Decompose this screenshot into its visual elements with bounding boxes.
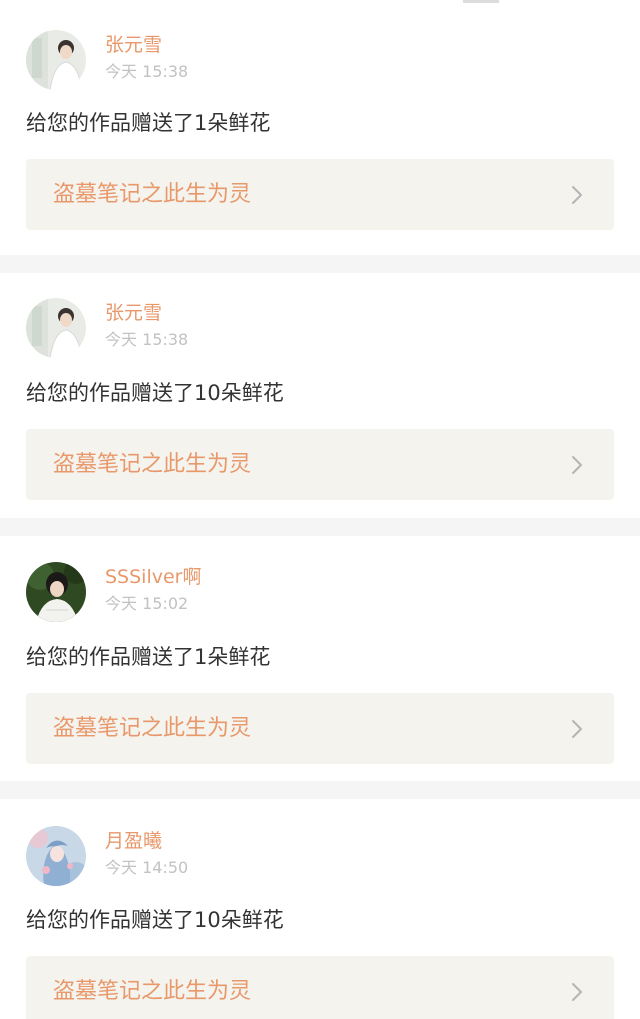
avatar[interactable]: [26, 298, 86, 358]
card-header: SSSilver啊 今天 15:02: [26, 562, 202, 622]
avatar-boy-white-shirt-image: [26, 30, 86, 90]
work-title: 盗墓笔记之此生为灵: [53, 716, 252, 741]
avatar[interactable]: [26, 826, 86, 886]
card-header: 月盈曦 今天 14:50: [26, 826, 188, 886]
chevron-right-icon: [572, 456, 582, 474]
timestamp: 今天 14:50: [105, 857, 189, 877]
timestamp: 今天 15:38: [105, 61, 189, 81]
notification-card: 张元雪 今天 15:38 给您的作品赠送了10朵鲜花 盗墓笔记之此生为灵: [0, 273, 640, 518]
work-title: 盗墓笔记之此生为灵: [53, 182, 252, 207]
notification-message: 给您的作品赠送了10朵鲜花: [26, 908, 284, 932]
username-link[interactable]: 张元雪: [105, 33, 188, 57]
avatar-boy-white-shirt-image: [26, 298, 86, 358]
avatar[interactable]: [26, 562, 86, 622]
notification-card: SSSilver啊 今天 15:02 给您的作品赠送了1朵鲜花 盗墓笔记之此生为…: [0, 536, 640, 781]
username-link[interactable]: SSSilver啊: [105, 565, 202, 589]
avatar-person-green-background-image: [26, 562, 86, 622]
avatar[interactable]: [26, 30, 86, 90]
scroll-indicator: [463, 0, 499, 3]
avatar-illustrated-girl-blue-image: [26, 826, 86, 886]
chevron-right-icon: [572, 983, 582, 1001]
work-title: 盗墓笔记之此生为灵: [53, 979, 252, 1004]
work-link-button[interactable]: 盗墓笔记之此生为灵: [26, 159, 614, 230]
notification-message: 给您的作品赠送了1朵鲜花: [26, 111, 271, 135]
work-title: 盗墓笔记之此生为灵: [53, 452, 252, 477]
notification-card: 月盈曦 今天 14:50 给您的作品赠送了10朵鲜花 盗墓笔记之此生为灵: [0, 799, 640, 1019]
timestamp: 今天 15:38: [105, 329, 189, 349]
notification-message: 给您的作品赠送了10朵鲜花: [26, 381, 284, 405]
chevron-right-icon: [572, 186, 582, 204]
notification-card: 张元雪 今天 15:38 给您的作品赠送了1朵鲜花 盗墓笔记之此生为灵: [0, 0, 640, 255]
work-link-button[interactable]: 盗墓笔记之此生为灵: [26, 956, 614, 1019]
work-link-button[interactable]: 盗墓笔记之此生为灵: [26, 429, 614, 500]
notification-message: 给您的作品赠送了1朵鲜花: [26, 645, 271, 669]
username-link[interactable]: 张元雪: [105, 301, 188, 325]
card-header: 张元雪 今天 15:38: [26, 298, 188, 358]
chevron-right-icon: [572, 720, 582, 738]
timestamp: 今天 15:02: [105, 593, 189, 613]
card-header: 张元雪 今天 15:38: [26, 30, 188, 90]
notification-feed: 张元雪 今天 15:38 给您的作品赠送了1朵鲜花 盗墓笔记之此生为灵 张元雪 …: [0, 0, 640, 1019]
username-link[interactable]: 月盈曦: [105, 829, 188, 853]
work-link-button[interactable]: 盗墓笔记之此生为灵: [26, 693, 614, 764]
